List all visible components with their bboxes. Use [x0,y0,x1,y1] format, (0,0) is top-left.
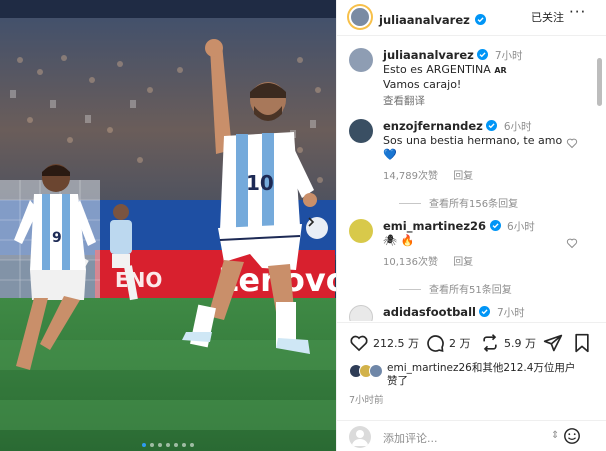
post-time: 7小时前 [349,395,384,406]
reply-button[interactable]: 回复 [453,257,473,268]
send-icon [543,334,563,352]
liked-by-text-2: 赞了 [387,375,408,387]
flag-text: AR [494,66,507,75]
view-replies-link[interactable]: 查看所有51条回复 [399,281,512,296]
comment-time: 7小时 [496,307,525,319]
verified-badge-icon [486,120,498,131]
comment-like-count[interactable]: 10,136次赞 [383,257,438,268]
comment-text: 🕷 🔥 [383,234,415,247]
add-comment-bar: 添加评论... ⇕ [337,420,606,451]
following-button[interactable]: 已关注 [531,9,564,25]
carousel-dot[interactable] [174,443,178,447]
svg-text:ENO: ENO [115,268,162,292]
repost-icon [483,334,497,352]
add-comment-input[interactable]: 添加评论... [383,430,438,446]
commenter-username[interactable]: adidasfootball [383,305,476,319]
verified-badge-icon [489,220,501,231]
comment-bubble-icon [427,335,444,353]
post-header: juliaanalvarez 已关注 ··· [337,0,606,36]
repost-count: 5.9 万 [504,337,536,350]
commenter-username[interactable]: emi_martinez26 [383,219,486,233]
commenter-username[interactable]: enzojfernandez [383,119,483,133]
carousel-next-button[interactable] [306,217,328,239]
verified-badge-icon [474,14,486,25]
repost-button[interactable]: 5.9 万 [480,333,536,353]
commenter-avatar[interactable] [349,119,373,143]
comment-text: Sos una bestia hermano, te amo [383,134,563,147]
action-bar: 212.5 万 2 万 5.9 万 [337,322,606,362]
see-translation-link[interactable]: 查看翻译 [383,94,573,108]
carousel-dot[interactable] [142,443,146,447]
user-placeholder-icon [352,430,368,446]
author-username-row[interactable]: juliaanalvarez [379,9,486,28]
post-details-panel: juliaanalvarez 已关注 ··· juliaanalvarez 7小… [336,0,606,451]
bookmark-icon [575,333,589,353]
liked-by-text-1: emi_martinez26和其他212.4万位用户 [387,362,576,374]
like-button[interactable]: 212.5 万 [349,333,419,353]
like-comment-heart-icon[interactable] [566,137,578,149]
commenter-avatar[interactable] [349,219,373,243]
commenter-avatar[interactable] [349,305,373,321]
caption-avatar[interactable] [349,48,373,72]
comment-like-count[interactable]: 14,789次赞 [383,171,438,182]
celebration-photo: Lenovo ENO 9 [0,0,336,451]
liker-avatars [349,364,385,378]
share-button[interactable] [543,333,567,353]
save-button[interactable] [573,333,595,353]
author-avatar[interactable] [347,4,373,30]
like-count: 212.5 万 [373,337,419,350]
caption-line-2: Vamos carajo! [383,78,462,91]
carousel-dot[interactable] [166,443,170,447]
carousel-dot[interactable] [190,443,194,447]
carousel-dot[interactable] [182,443,186,447]
verified-badge-icon [477,49,489,60]
emoji-icon[interactable] [563,427,581,445]
like-comment-heart-icon[interactable] [566,237,578,249]
comments-scrollbar[interactable] [597,58,602,106]
more-options-icon[interactable]: ··· [569,3,586,21]
chevron-right-icon [308,217,315,227]
liked-by[interactable]: emi_martinez26和其他212.4万位用户 赞了 [349,362,599,392]
view-replies-link[interactable]: 查看所有156条回复 [399,195,518,210]
comments-list[interactable]: juliaanalvarez 7小时 Esto es ARGENTINA AR … [337,37,599,321]
caption-username[interactable]: juliaanalvarez [383,48,474,62]
comment-time: 6小时 [503,121,532,133]
comment-time: 6小时 [507,221,535,233]
comment-count: 2 万 [449,337,471,350]
caption-time: 7小时 [494,50,523,62]
carousel-dot[interactable] [150,443,154,447]
caption-line-1: Esto es ARGENTINA [383,63,491,76]
carousel-dot[interactable] [158,443,162,447]
post-photo[interactable]: Lenovo ENO 9 [0,0,336,451]
heart-icon [350,335,368,352]
carousel-dots [0,443,336,447]
comment-button[interactable]: 2 万 [425,333,471,353]
author-username[interactable]: juliaanalvarez [379,13,470,27]
current-user-avatar [349,426,371,448]
verified-badge-icon [479,306,491,317]
comment-emoji: 💙 [383,148,397,161]
reply-button[interactable]: 回复 [453,171,473,182]
svg-text:9: 9 [52,230,62,246]
svg-text:10: 10 [246,171,274,195]
resize-arrows-icon: ⇕ [551,430,560,441]
